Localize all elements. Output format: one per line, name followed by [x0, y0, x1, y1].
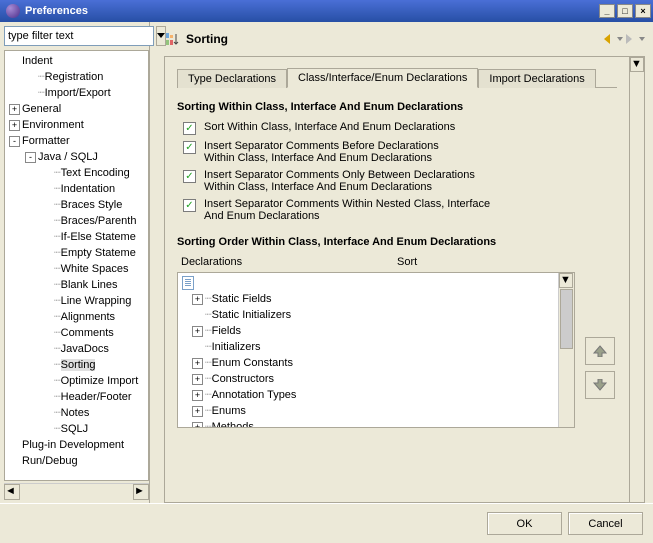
tree-node[interactable]: Plug-in Development — [5, 437, 148, 453]
declaration-item[interactable]: +┈Methods — [178, 419, 558, 427]
tree-node[interactable]: ┈Alignments — [5, 309, 148, 325]
dialog-footer: OK Cancel — [0, 503, 653, 543]
tab-import-declarations[interactable]: Import Declarations — [478, 69, 595, 88]
move-up-button[interactable] — [585, 337, 615, 365]
declaration-item[interactable]: +┈Enums — [178, 403, 558, 419]
checkbox-label: Insert Separator Comments Before Declara… — [204, 140, 439, 164]
checkbox[interactable]: ✓ — [183, 141, 196, 154]
tree-node[interactable]: ┈Header/Footer — [5, 389, 148, 405]
cancel-button[interactable]: Cancel — [568, 512, 643, 535]
back-button[interactable] — [603, 30, 623, 48]
preference-tree[interactable]: Indent┈Registration┈Import/Export+Genera… — [4, 50, 149, 481]
declaration-item[interactable]: +┈Constructors — [178, 371, 558, 387]
left-panel: Indent┈Registration┈Import/Export+Genera… — [0, 22, 150, 503]
tree-node[interactable]: ┈If-Else Stateme — [5, 229, 148, 245]
close-button[interactable]: × — [635, 4, 651, 18]
section-sorting-within: Sorting Within Class, Interface And Enum… — [177, 101, 617, 113]
horizontal-scrollbar[interactable]: ◄ ► — [4, 483, 149, 499]
tree-node[interactable]: ┈Text Encoding — [5, 165, 148, 181]
window-title: Preferences — [25, 5, 88, 17]
content-area: Type Declarations Class/Interface/Enum D… — [164, 56, 629, 503]
checkbox-label: Insert Separator Comments Within Nested … — [204, 198, 490, 222]
filter-input[interactable] — [4, 26, 154, 46]
declaration-item[interactable]: ┈Static Initializers — [178, 307, 558, 323]
tree-node[interactable]: Run/Debug — [5, 453, 148, 469]
sorting-icon — [164, 31, 180, 47]
tree-node[interactable]: ┈Empty Stateme — [5, 245, 148, 261]
checkbox[interactable]: ✓ — [183, 199, 196, 212]
ok-button[interactable]: OK — [487, 512, 562, 535]
forward-button[interactable] — [625, 30, 645, 48]
declaration-item[interactable]: +┈Fields — [178, 323, 558, 339]
maximize-button[interactable]: □ — [617, 4, 633, 18]
checkbox[interactable]: ✓ — [183, 170, 196, 183]
tab-type-declarations[interactable]: Type Declarations — [177, 69, 287, 88]
tab-bar: Type Declarations Class/Interface/Enum D… — [177, 68, 617, 88]
vertical-scrollbar[interactable]: ▲ ▼ — [629, 56, 645, 503]
tree-node[interactable]: ┈Notes — [5, 405, 148, 421]
tree-node[interactable]: ┈White Spaces — [5, 261, 148, 277]
tree-node[interactable]: ┈Blank Lines — [5, 277, 148, 293]
tree-node[interactable]: -Formatter — [5, 133, 148, 149]
eclipse-icon — [6, 4, 20, 18]
page-title: Sorting — [186, 32, 228, 46]
col-sort: Sort — [397, 256, 613, 268]
move-down-button[interactable] — [585, 371, 615, 399]
tab-class-interface-enum[interactable]: Class/Interface/Enum Declarations — [287, 68, 478, 88]
tree-node[interactable]: ┈Braces Style — [5, 197, 148, 213]
tree-node[interactable]: ┈SQLJ — [5, 421, 148, 437]
tree-node[interactable]: ┈Indentation — [5, 181, 148, 197]
declaration-item[interactable]: ┈Initializers — [178, 339, 558, 355]
tree-node[interactable]: -Java / SQLJ — [5, 149, 148, 165]
declarations-list[interactable]: +┈Static Fields┈Static Initializers+┈Fie… — [177, 272, 575, 428]
tree-node[interactable]: ┈Optimize Import — [5, 373, 148, 389]
tree-node[interactable]: ┈Import/Export — [5, 85, 148, 101]
section-sorting-order: Sorting Order Within Class, Interface An… — [177, 236, 617, 248]
tree-node[interactable]: ┈JavaDocs — [5, 341, 148, 357]
col-declarations: Declarations — [181, 256, 397, 268]
tree-node[interactable]: ┈Registration — [5, 69, 148, 85]
tree-node[interactable]: ┈Comments — [5, 325, 148, 341]
checkbox-label: Insert Separator Comments Only Between D… — [204, 169, 475, 193]
minimize-button[interactable]: _ — [599, 4, 615, 18]
tree-node[interactable]: ┈Line Wrapping — [5, 293, 148, 309]
checkbox-label: Sort Within Class, Interface And Enum De… — [204, 121, 455, 133]
declaration-item[interactable]: +┈Static Fields — [178, 291, 558, 307]
right-panel: Sorting Type Declarations Class/Interfac… — [150, 22, 653, 503]
tree-node[interactable]: ┈Braces/Parenth — [5, 213, 148, 229]
tree-node[interactable]: ┈Sorting — [5, 357, 148, 373]
checkbox[interactable]: ✓ — [183, 122, 196, 135]
titlebar: Preferences _ □ × — [0, 0, 653, 22]
tree-node[interactable]: +General — [5, 101, 148, 117]
declaration-item[interactable]: +┈Annotation Types — [178, 387, 558, 403]
document-icon — [182, 276, 194, 290]
tree-node[interactable]: +Environment — [5, 117, 148, 133]
declaration-item[interactable]: +┈Enum Constants — [178, 355, 558, 371]
tree-node[interactable]: Indent — [5, 53, 148, 69]
